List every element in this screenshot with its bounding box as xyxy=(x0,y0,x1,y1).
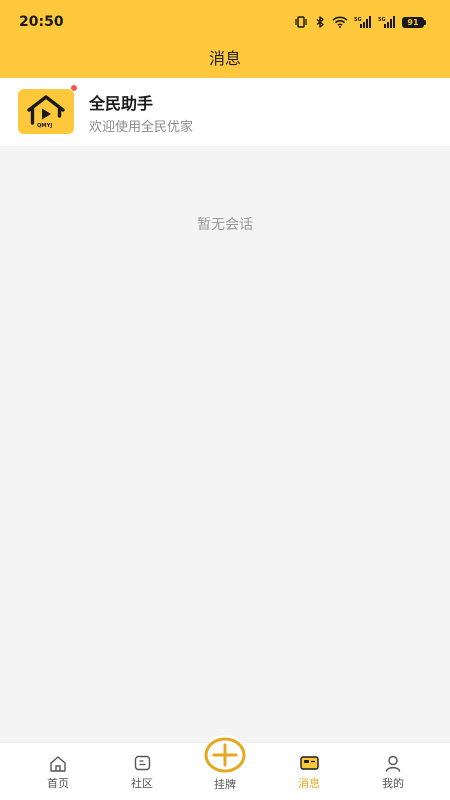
status-time: 20:50 xyxy=(19,14,64,30)
tab-community-label: 社区 xyxy=(131,777,153,790)
status-icons: 5G 5G 91 xyxy=(294,14,426,30)
svg-text:5G: 5G xyxy=(354,17,362,23)
tab-home[interactable]: 首页 xyxy=(18,743,98,800)
tab-community[interactable]: 社区 xyxy=(102,743,182,800)
vibrate-icon xyxy=(294,14,308,30)
community-icon xyxy=(134,754,151,772)
empty-state-text: 暂无会话 xyxy=(197,217,253,233)
tab-profile[interactable]: 我的 xyxy=(353,743,433,800)
tab-post-label: 挂牌 xyxy=(214,778,236,791)
tab-messages-label: 消息 xyxy=(298,777,320,790)
conversation-preview: 欢迎使用全民优家 xyxy=(89,120,194,135)
battery-icon: 91 xyxy=(402,14,426,30)
assistant-avatar: QMYJ xyxy=(18,89,74,134)
conversation-item[interactable]: QMYJ 全民助手 欢迎使用全民优家 xyxy=(0,78,450,146)
message-icon xyxy=(299,754,319,772)
house-play-logo-icon: QMYJ xyxy=(27,95,65,129)
tab-bar: 首页 社区 挂牌 消息 我的 xyxy=(0,737,450,800)
bluetooth-icon xyxy=(314,14,326,30)
profile-icon xyxy=(385,754,401,772)
tab-messages[interactable]: 消息 xyxy=(269,743,349,800)
tab-post[interactable]: 挂牌 xyxy=(185,737,265,800)
status-bar: 20:50 5G 5G 91 xyxy=(0,0,450,44)
page-title: 消息 xyxy=(208,49,241,68)
tab-home-label: 首页 xyxy=(47,777,69,790)
signal-5g-icon-1: 5G xyxy=(354,14,372,30)
header: 20:50 5G 5G 91 消息 xyxy=(0,0,450,78)
battery-level: 91 xyxy=(402,16,426,28)
unread-badge xyxy=(70,84,78,92)
svg-text:5G: 5G xyxy=(378,17,386,23)
signal-5g-icon-2: 5G xyxy=(378,14,396,30)
wifi-icon xyxy=(332,14,348,30)
plus-circle-icon xyxy=(204,737,246,773)
tab-profile-label: 我的 xyxy=(382,777,404,790)
svg-text:QMYJ: QMYJ xyxy=(37,123,52,129)
conversation-name: 全民助手 xyxy=(89,94,154,113)
home-icon xyxy=(49,754,67,772)
